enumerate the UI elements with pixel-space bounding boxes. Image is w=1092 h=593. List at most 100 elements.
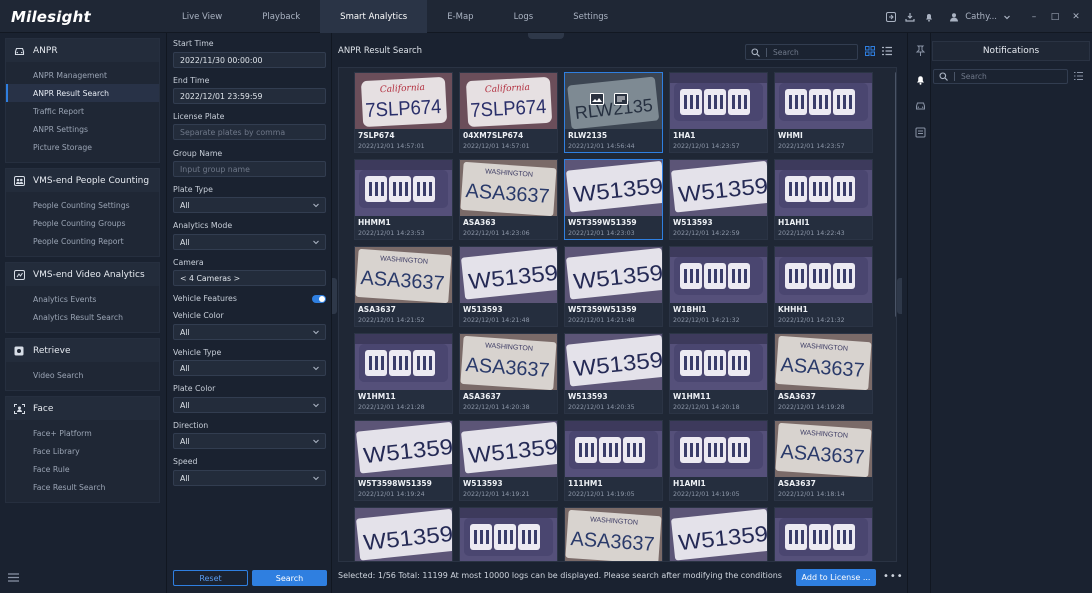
plate-color-select[interactable]: All: [173, 397, 326, 413]
plate-number: W513593: [463, 479, 503, 488]
plate-snapshot-image: [355, 334, 452, 390]
result-card[interactable]: W51359 W513593 2022/12/01 14:20:35: [564, 333, 663, 414]
sidebar-item-analytics-result-search[interactable]: Analytics Result Search: [6, 308, 159, 326]
notifications-search-input[interactable]: Search: [933, 69, 1068, 84]
result-card[interactable]: California 7SLP674 04XM7SLP674 2022/12/01 1…: [459, 72, 558, 153]
capture-timestamp: 2022/12/01 14:23:03: [568, 230, 635, 237]
nav-tab-e-map[interactable]: E-Map: [427, 0, 493, 33]
result-card[interactable]: KHHH1 2022/12/01 14:21:32: [774, 246, 873, 327]
export-icon[interactable]: [886, 11, 897, 22]
sidebar-group-header[interactable]: Face: [6, 397, 159, 420]
result-card[interactable]: W51359 W513593 2022/12/01 14:22:59: [669, 159, 768, 240]
vehicle-color-select[interactable]: All: [173, 324, 326, 340]
result-card[interactable]: H1AMI1 2022/12/01 14:19:05: [669, 420, 768, 501]
vehicle-type-select[interactable]: All: [173, 360, 326, 376]
result-card[interactable]: 1HA1 2022/12/01 14:23:57: [669, 72, 768, 153]
notification-bell-icon[interactable]: [915, 74, 926, 85]
sidebar-group-header[interactable]: Retrieve: [6, 339, 159, 362]
result-card[interactable]: WHMI 2022/12/01 14:23:57: [774, 72, 873, 153]
more-options-button[interactable]: •••: [883, 571, 904, 582]
speed-select[interactable]: All: [173, 470, 326, 486]
reset-button[interactable]: Reset: [173, 570, 248, 586]
nav-tab-live-view[interactable]: Live View: [162, 0, 242, 33]
sidebar-group-header[interactable]: VMS-end Video Analytics: [6, 263, 159, 286]
view-image-icon[interactable]: [590, 93, 604, 105]
nav-tab-smart-analytics[interactable]: Smart Analytics: [320, 0, 428, 33]
sidebar-item-people-counting-report[interactable]: People Counting Report: [6, 232, 159, 250]
sidebar-item-people-counting-groups[interactable]: People Counting Groups: [6, 214, 159, 232]
result-card[interactable]: W51359 W5T359W51359 2022/12/01 14:21:48: [564, 246, 663, 327]
report-icon[interactable]: [915, 127, 926, 138]
result-card[interactable]: W1HM11 2022/12/01 14:20:18: [669, 333, 768, 414]
right-collapse-handle[interactable]: [897, 278, 902, 314]
plate-type-select[interactable]: All: [173, 197, 326, 213]
result-card[interactable]: WASHINGTON ASA3637: [564, 507, 663, 561]
analytics-mode-select[interactable]: All: [173, 234, 326, 250]
vehicle-features-toggle[interactable]: [312, 295, 326, 303]
sidebar-item-anpr-result-search[interactable]: ANPR Result Search: [6, 84, 159, 102]
sidebar-item-traffic-report[interactable]: Traffic Report: [6, 102, 159, 120]
result-card[interactable]: WASHINGTON ASA3637 ASA3637 2022/12/01 14:20…: [459, 333, 558, 414]
result-card[interactable]: RLW2135 RLW2135 2022/12/01 14:56:44: [564, 72, 663, 153]
sidebar-item-analytics-events[interactable]: Analytics Events: [6, 290, 159, 308]
result-card[interactable]: W51359: [669, 507, 768, 561]
result-card[interactable]: [774, 507, 873, 561]
sidebar-item-people-counting-settings[interactable]: People Counting Settings: [6, 196, 159, 214]
plate-number: W513593: [673, 218, 713, 227]
sidebar-item-anpr-settings[interactable]: ANPR Settings: [6, 120, 159, 138]
nav-tab-logs[interactable]: Logs: [494, 0, 554, 33]
sidebar-item-face-library[interactable]: Face Library: [6, 442, 159, 460]
result-card[interactable]: [459, 507, 558, 561]
menu-icon[interactable]: [8, 571, 19, 585]
user-menu[interactable]: Cathy...: [949, 12, 1011, 22]
result-card[interactable]: W1BHI1 2022/12/01 14:21:32: [669, 246, 768, 327]
sidebar-item-face-rule[interactable]: Face Rule: [6, 460, 159, 478]
maximize-button[interactable]: □: [1049, 12, 1061, 22]
sidebar-item-face-result-search[interactable]: Face Result Search: [6, 478, 159, 496]
search-button[interactable]: Search: [252, 570, 327, 586]
grid-view-icon[interactable]: [865, 46, 875, 56]
sidebar-item-video-search[interactable]: Video Search: [6, 366, 159, 384]
chevron-down-icon: [313, 240, 319, 245]
result-card[interactable]: WASHINGTON ASA3637 ASA3637 2022/12/01 14:19…: [774, 333, 873, 414]
pin-icon[interactable]: [915, 45, 926, 56]
result-card[interactable]: WASHINGTON ASA3637 ASA3637 2022/12/01 14:18…: [774, 420, 873, 501]
sidebar-group-header[interactable]: ANPR: [6, 39, 159, 62]
start-time-field[interactable]: 2022/11/30 00:00:00: [173, 52, 326, 68]
result-card[interactable]: 111HM1 2022/12/01 14:19:05: [564, 420, 663, 501]
result-card[interactable]: WASHINGTON ASA3637 ASA363 2022/12/01 14:23:…: [459, 159, 558, 240]
close-button[interactable]: ✕: [1070, 12, 1082, 22]
results-search-input[interactable]: Search: [745, 44, 858, 60]
result-card[interactable]: W51359 W5T359W51359 2022/12/01 14:23:03: [564, 159, 663, 240]
sidebar-item-face-platform[interactable]: Face+ Platform: [6, 424, 159, 442]
result-card[interactable]: W51359 W513593 2022/12/01 14:19:21: [459, 420, 558, 501]
details-icon[interactable]: [614, 93, 628, 105]
car-icon[interactable]: [915, 100, 926, 111]
add-to-license-button[interactable]: Add to License ...: [796, 569, 876, 586]
plate-snapshot-image: WASHINGTON ASA3637: [775, 421, 872, 477]
download-icon[interactable]: [905, 12, 915, 22]
result-card[interactable]: California 7SLP674 7SLP674 2022/12/01 14:57…: [354, 72, 453, 153]
result-card[interactable]: W51359: [354, 507, 453, 561]
license-plate-input[interactable]: Separate plates by comma: [173, 124, 326, 140]
result-card[interactable]: WASHINGTON ASA3637 ASA3637 2022/12/01 14:21…: [354, 246, 453, 327]
result-card[interactable]: W1HM11 2022/12/01 14:21:28: [354, 333, 453, 414]
result-card[interactable]: HHMM1 2022/12/01 14:23:53: [354, 159, 453, 240]
nav-tab-settings[interactable]: Settings: [553, 0, 628, 33]
list-view-icon[interactable]: [882, 46, 892, 56]
result-card[interactable]: H1AHI1 2022/12/01 14:22:43: [774, 159, 873, 240]
sidebar-item-picture-storage[interactable]: Picture Storage: [6, 138, 159, 156]
nav-tab-playback[interactable]: Playback: [242, 0, 320, 33]
sort-icon[interactable]: [1073, 71, 1083, 81]
end-time-field[interactable]: 2022/12/01 23:59:59: [173, 88, 326, 104]
result-card[interactable]: W51359 W5T3598W51359 2022/12/01 14:19:24: [354, 420, 453, 501]
camera-select[interactable]: < 4 Cameras >: [173, 270, 326, 286]
sidebar-item-anpr-management[interactable]: ANPR Management: [6, 66, 159, 84]
result-card[interactable]: W51359 W513593 2022/12/01 14:21:48: [459, 246, 558, 327]
group-name-input[interactable]: Input group name: [173, 161, 326, 177]
direction-select[interactable]: All: [173, 433, 326, 449]
minimize-button[interactable]: –: [1028, 12, 1040, 22]
sidebar-group-header[interactable]: VMS-end People Counting: [6, 169, 159, 192]
plate-number: RLW2135: [568, 131, 608, 140]
bell-icon[interactable]: [924, 12, 934, 22]
